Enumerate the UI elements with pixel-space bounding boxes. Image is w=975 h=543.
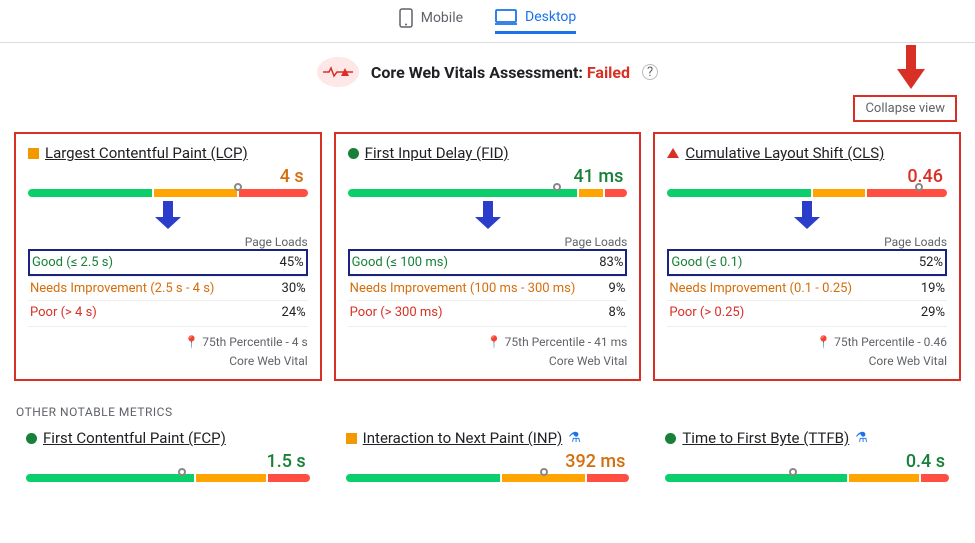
tab-mobile[interactable]: Mobile bbox=[399, 8, 463, 34]
distribution-bar bbox=[28, 189, 308, 197]
circle-icon bbox=[665, 433, 676, 444]
dist-good-row: Good (≤ 0.1)52% bbox=[667, 249, 947, 276]
distribution-bar bbox=[346, 474, 630, 482]
other-metrics-header: OTHER NOTABLE METRICS bbox=[0, 391, 975, 425]
percentile-tick-icon bbox=[234, 183, 242, 191]
distribution-bar bbox=[667, 189, 947, 197]
metric-card-inp: Interaction to Next Paint (INP) ⚗ 392 ms bbox=[334, 425, 642, 482]
assessment-status: Failed bbox=[587, 63, 630, 82]
tab-mobile-label: Mobile bbox=[421, 10, 463, 26]
desktop-icon bbox=[495, 9, 517, 25]
pageloads-label: Page Loads bbox=[667, 231, 947, 249]
metric-name-link[interactable]: First Input Delay (FID) bbox=[365, 144, 509, 162]
percentile-tick-icon bbox=[553, 183, 561, 191]
flask-icon: ⚗ bbox=[855, 430, 868, 446]
assessment-row: Core Web Vitals Assessment: Failed ? bbox=[0, 43, 975, 91]
tab-desktop[interactable]: Desktop bbox=[495, 9, 576, 34]
assessment-label: Core Web Vitals Assessment: Failed bbox=[371, 63, 630, 82]
metric-value: 1.5 s bbox=[26, 447, 310, 474]
mobile-icon bbox=[399, 8, 413, 28]
metric-footer: 📍 75th Percentile - 0.46Core Web Vital bbox=[667, 326, 947, 371]
collapse-view-button[interactable]: Collapse view bbox=[853, 95, 957, 122]
dist-ni-row: Needs Improvement (100 ms - 300 ms)9% bbox=[348, 276, 628, 300]
pin-icon: 📍 bbox=[184, 335, 199, 349]
circle-icon bbox=[348, 148, 359, 159]
metric-value: 0.4 s bbox=[665, 447, 949, 474]
metric-value: 41 ms bbox=[348, 162, 628, 189]
annotation-blue-arrow-icon bbox=[667, 199, 947, 231]
dist-poor-row: Poor (> 4 s)24% bbox=[28, 300, 308, 324]
pageloads-label: Page Loads bbox=[28, 231, 308, 249]
metric-card-fid: First Input Delay (FID) 41 ms Page Loads… bbox=[334, 132, 642, 381]
metric-name-link[interactable]: First Contentful Paint (FCP) bbox=[43, 429, 226, 447]
metric-name-link[interactable]: Cumulative Layout Shift (CLS) bbox=[685, 144, 884, 162]
square-icon bbox=[346, 433, 357, 444]
help-icon[interactable]: ? bbox=[642, 64, 658, 80]
percentile-tick-icon bbox=[915, 183, 923, 191]
tab-desktop-label: Desktop bbox=[525, 9, 576, 25]
metric-footer: 📍 75th Percentile - 41 msCore Web Vital bbox=[348, 326, 628, 371]
collapse-row: Collapse view bbox=[0, 91, 975, 132]
metric-name-link[interactable]: Time to First Byte (TTFB) bbox=[682, 429, 849, 447]
metric-card-ttfb: Time to First Byte (TTFB) ⚗ 0.4 s bbox=[653, 425, 961, 482]
metric-footer: 📍 75th Percentile - 4 sCore Web Vital bbox=[28, 326, 308, 371]
metric-value: 0.46 bbox=[667, 162, 947, 189]
flask-icon: ⚗ bbox=[568, 430, 581, 446]
dist-poor-row: Poor (> 300 ms)8% bbox=[348, 300, 628, 324]
distribution-bar bbox=[665, 474, 949, 482]
annotation-blue-arrow-icon bbox=[348, 199, 628, 231]
circle-icon bbox=[26, 433, 37, 444]
annotation-blue-arrow-icon bbox=[28, 199, 308, 231]
metric-card-lcp: Largest Contentful Paint (LCP) 4 s Page … bbox=[14, 132, 322, 381]
distribution-bar bbox=[348, 189, 628, 197]
pin-icon: 📍 bbox=[487, 335, 502, 349]
dist-ni-row: Needs Improvement (2.5 s - 4 s)30% bbox=[28, 276, 308, 300]
dist-poor-row: Poor (> 0.25)29% bbox=[667, 300, 947, 324]
metric-value: 4 s bbox=[28, 162, 308, 189]
metric-name-link[interactable]: Largest Contentful Paint (LCP) bbox=[45, 144, 248, 162]
metric-value: 392 ms bbox=[346, 447, 630, 474]
pin-icon: 📍 bbox=[816, 335, 831, 349]
percentile-tick-icon bbox=[178, 468, 186, 476]
dist-good-row: Good (≤ 100 ms)83% bbox=[348, 249, 628, 276]
percentile-tick-icon bbox=[540, 468, 548, 476]
dist-ni-row: Needs Improvement (0.1 - 0.25)19% bbox=[667, 276, 947, 300]
device-tabs: Mobile Desktop bbox=[0, 0, 975, 43]
square-icon bbox=[28, 148, 39, 159]
triangle-icon bbox=[667, 148, 679, 158]
metric-card-fcp: First Contentful Paint (FCP) 1.5 s bbox=[14, 425, 322, 482]
dist-good-row: Good (≤ 2.5 s)45% bbox=[28, 249, 308, 276]
distribution-bar bbox=[26, 474, 310, 482]
metric-card-cls: Cumulative Layout Shift (CLS) 0.46 Page … bbox=[653, 132, 961, 381]
core-metrics-row: Largest Contentful Paint (LCP) 4 s Page … bbox=[0, 132, 975, 391]
metric-name-link[interactable]: Interaction to Next Paint (INP) bbox=[363, 429, 563, 447]
annotation-red-arrow-icon bbox=[893, 43, 929, 91]
pageloads-label: Page Loads bbox=[348, 231, 628, 249]
other-metrics-row: First Contentful Paint (FCP) 1.5 s Inter… bbox=[0, 425, 975, 490]
percentile-tick-icon bbox=[789, 468, 797, 476]
assessment-badge-icon bbox=[317, 57, 359, 87]
